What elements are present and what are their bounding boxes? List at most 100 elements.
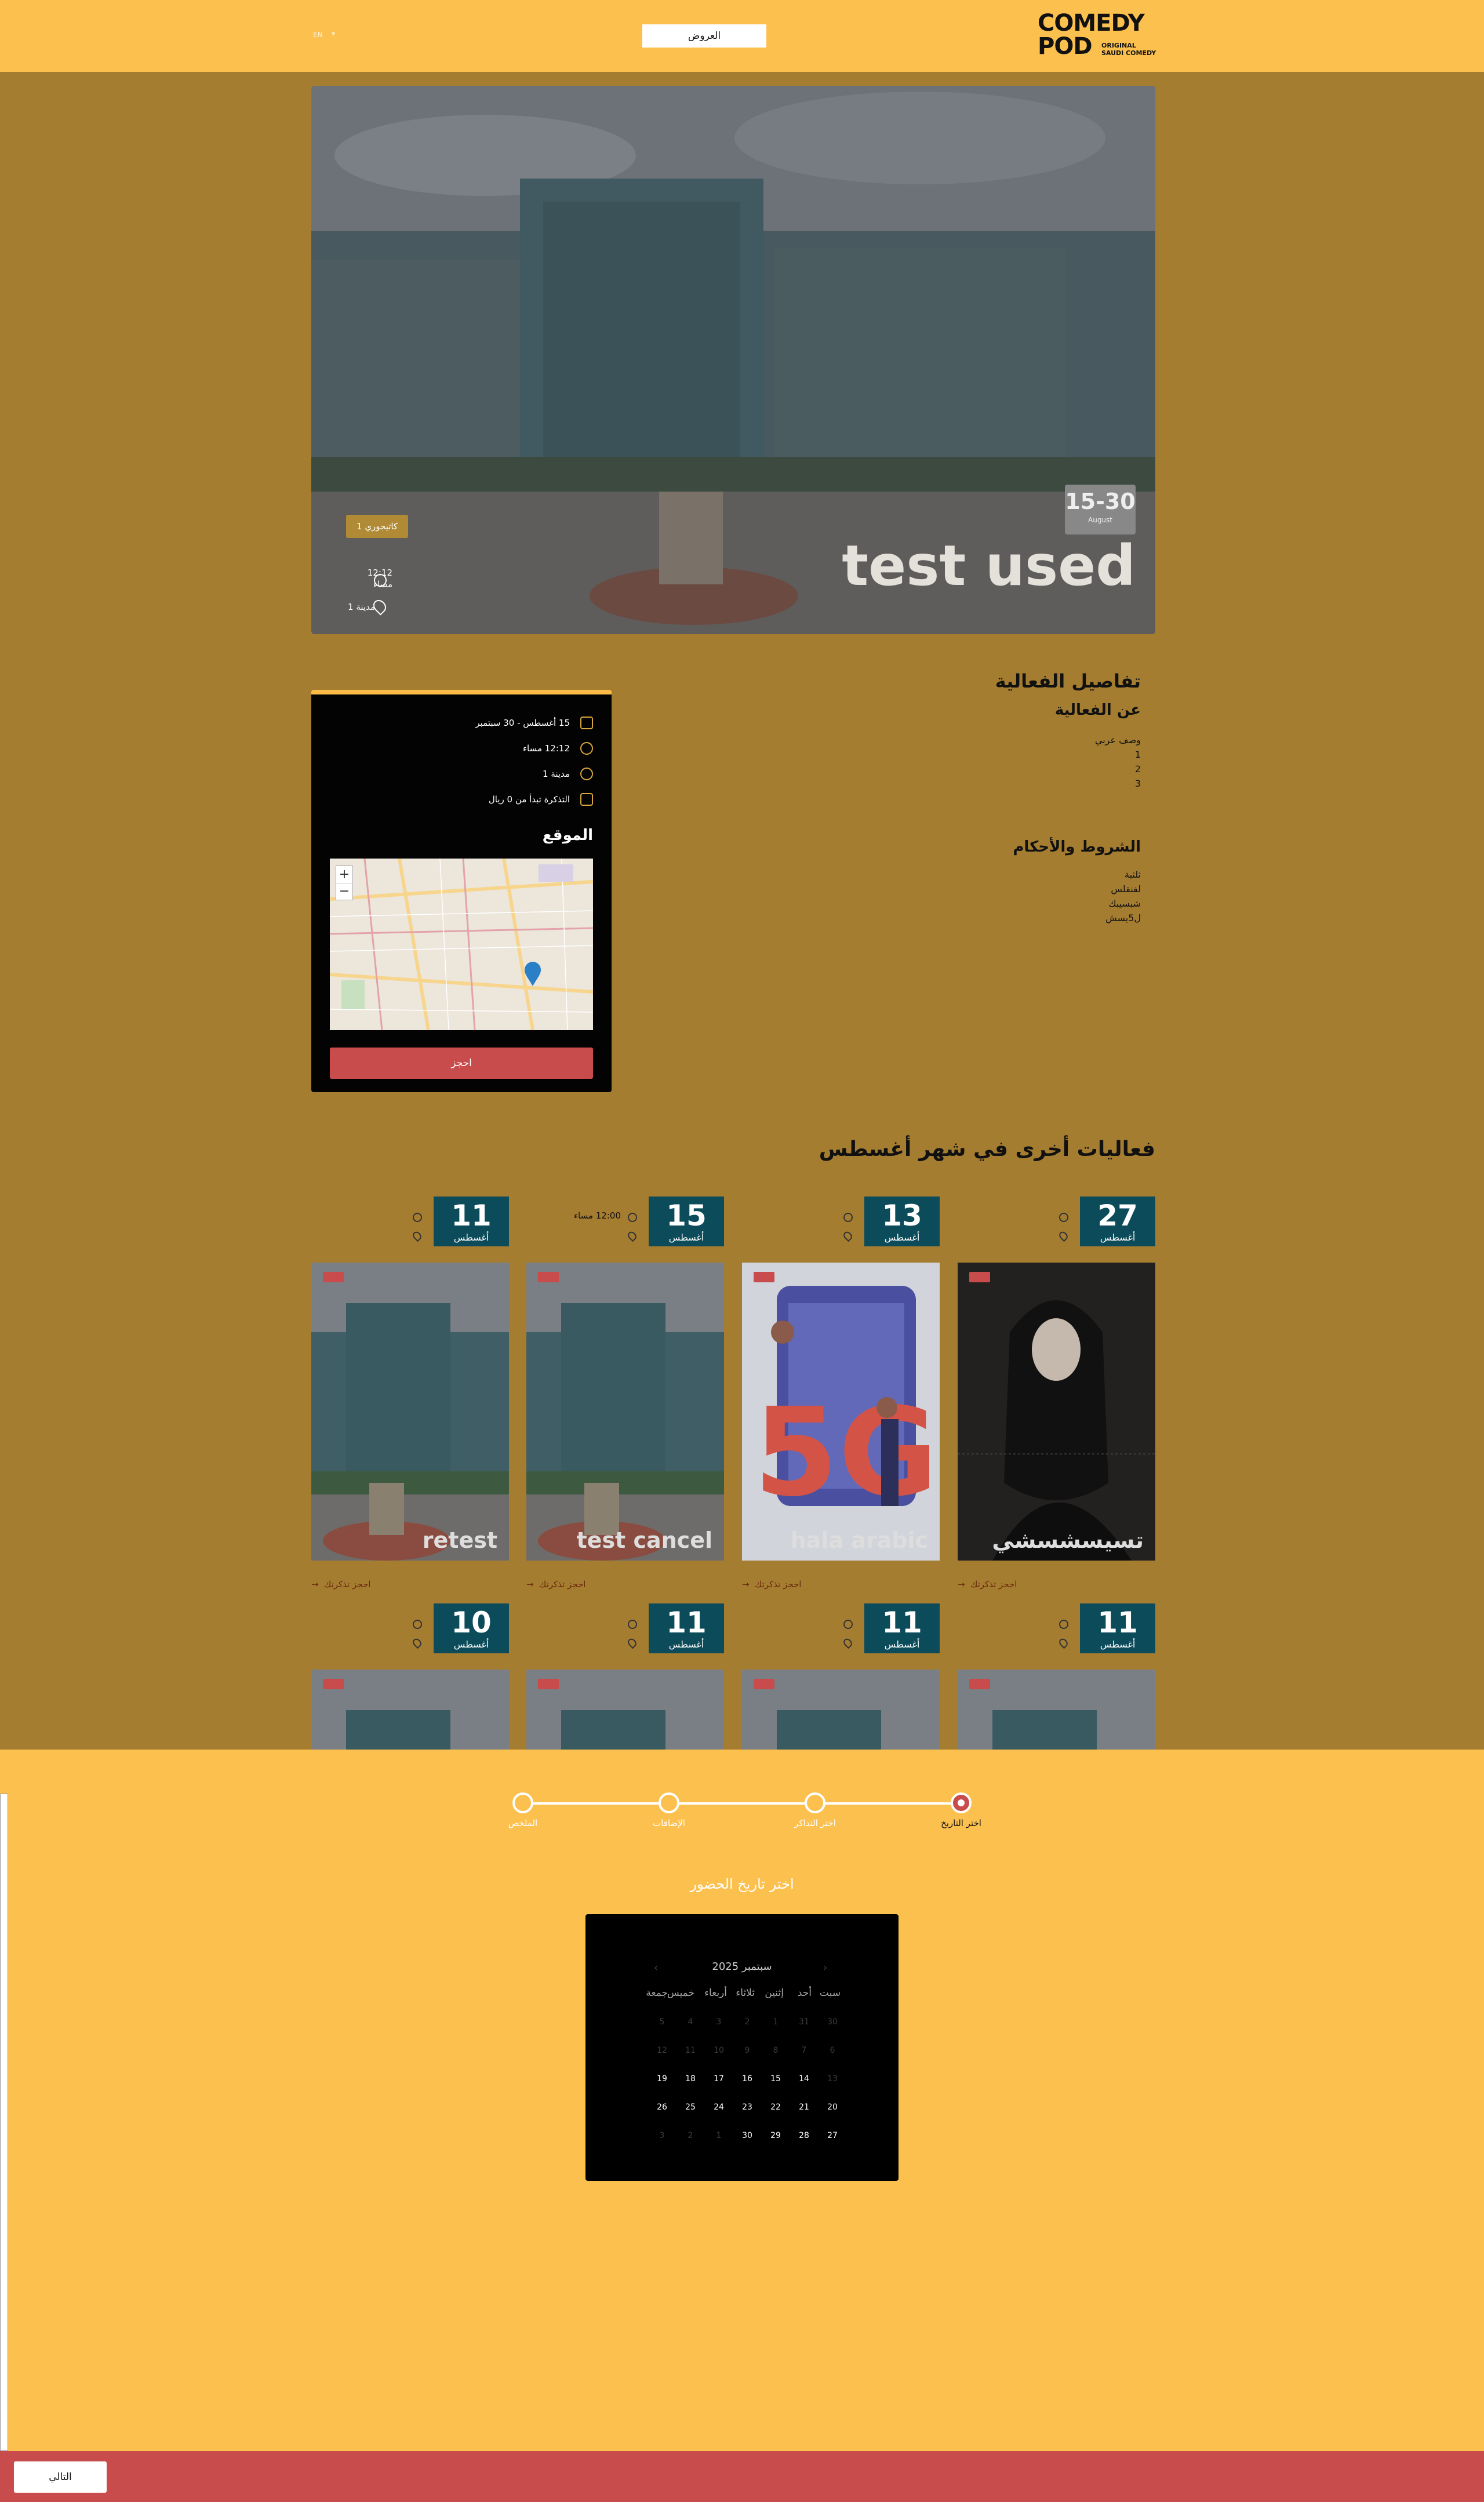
map-zoom-out-button[interactable]: − bbox=[336, 883, 352, 900]
calendar-weekdays: سبت أحد إثنين ثلاثاء أربعاء خميس جمعة bbox=[643, 1987, 841, 2005]
event-date-badge: 11 أغسطس bbox=[864, 1603, 940, 1653]
event-location-map[interactable]: + − bbox=[330, 859, 593, 1030]
card-time: 12:12 مساء bbox=[522, 743, 570, 754]
step-label-date[interactable]: اختر التاريخ bbox=[941, 1818, 981, 1828]
booking-panel: اختر التاريخ اختر التذاكر الإضافات الملخ… bbox=[0, 1750, 1484, 2502]
event-image[interactable]: retest bbox=[311, 1263, 509, 1561]
event-hero: 15-30 August test used كاتيجوري 1 12:12 … bbox=[311, 86, 1155, 634]
step-label-addons[interactable]: الإضافات bbox=[653, 1818, 685, 1828]
step-dot-tickets[interactable] bbox=[805, 1792, 825, 1813]
event-month: أغسطس bbox=[668, 1639, 704, 1650]
terms-line: ثلثبة bbox=[1125, 869, 1141, 880]
event-image[interactable] bbox=[958, 1670, 1155, 1750]
comedy-pod-logo[interactable]: COMEDY POD ORIGINAL SAUDI COMEDY bbox=[1038, 12, 1156, 60]
book-ticket-link[interactable]: احجز تذكرتك bbox=[755, 1579, 801, 1590]
event-image[interactable] bbox=[742, 1670, 940, 1750]
calendar-day[interactable]: 18 bbox=[676, 2065, 704, 2093]
calendar-day[interactable]: 21 bbox=[790, 2093, 818, 2121]
stepper-track bbox=[524, 1802, 960, 1805]
step-dot-addons[interactable] bbox=[659, 1792, 679, 1813]
event-month: أغسطس bbox=[1100, 1639, 1136, 1650]
language-switch[interactable]: EN bbox=[313, 31, 323, 39]
card-price: التذكرة تبدأ من 0 ريال bbox=[488, 794, 570, 805]
calendar-day[interactable]: 22 bbox=[762, 2093, 790, 2121]
event-image[interactable]: 5G hala arabic bbox=[742, 1263, 940, 1561]
location-pin-icon bbox=[626, 1637, 638, 1649]
hero-date-badge: 15-30 August bbox=[1065, 485, 1136, 534]
event-image[interactable]: test cancel bbox=[526, 1263, 724, 1561]
event-time: 12:00 مساء bbox=[573, 1210, 621, 1221]
calendar-day: 5 bbox=[659, 2017, 665, 2027]
calendar-day[interactable]: 28 bbox=[790, 2122, 818, 2150]
calendar-day[interactable]: 19 bbox=[648, 2065, 676, 2093]
arrow-icon: → bbox=[958, 1579, 965, 1590]
event-day: 10 bbox=[451, 1606, 492, 1639]
calendar-day[interactable]: 27 bbox=[819, 2122, 846, 2150]
event-name: test cancel bbox=[576, 1528, 713, 1553]
hero-city: مدينة 1 bbox=[348, 602, 375, 612]
calendar-icon bbox=[580, 717, 593, 729]
clock-icon bbox=[374, 574, 387, 587]
weekday-label: جمعة bbox=[646, 1987, 668, 1999]
event-image[interactable] bbox=[311, 1670, 509, 1750]
step-label-summary[interactable]: الملخص bbox=[508, 1818, 537, 1828]
event-tag bbox=[754, 1272, 774, 1282]
site-header: COMEDY POD ORIGINAL SAUDI COMEDY العروض … bbox=[0, 0, 1484, 72]
step-dot-date[interactable] bbox=[951, 1792, 972, 1813]
calendar-month-label: سبتمبر 2025 bbox=[712, 1961, 772, 1973]
event-date-badge: 27 أغسطس bbox=[1080, 1197, 1155, 1246]
language-caret-icon[interactable]: ▾ bbox=[332, 30, 335, 38]
clock-icon bbox=[843, 1620, 853, 1629]
calendar-day[interactable]: 29 bbox=[762, 2122, 790, 2150]
calendar-day[interactable]: 15 bbox=[762, 2065, 790, 2093]
calendar-day: 2 bbox=[688, 2131, 693, 2140]
next-button[interactable]: التالي bbox=[14, 2461, 107, 2493]
calendar-day[interactable]: 14 bbox=[790, 2065, 818, 2093]
book-ticket-link[interactable]: احجز تذكرتك bbox=[970, 1579, 1017, 1590]
calendar-day[interactable]: 25 bbox=[676, 2093, 704, 2121]
event-illustration-5g: 5G bbox=[742, 1263, 940, 1561]
calendar-day[interactable]: 26 bbox=[648, 2093, 676, 2121]
step-dot-summary[interactable] bbox=[512, 1792, 533, 1813]
step-label-tickets[interactable]: اختر التذاكر bbox=[794, 1818, 836, 1828]
calendar-day[interactable]: 23 bbox=[733, 2093, 761, 2121]
book-ticket-link[interactable]: احجز تذكرتك bbox=[539, 1579, 585, 1590]
terms-line: شبسيبك bbox=[1108, 898, 1141, 909]
event-day: 11 bbox=[451, 1199, 492, 1232]
event-tag bbox=[969, 1679, 990, 1689]
event-month: أغسطس bbox=[668, 1232, 704, 1243]
event-image[interactable] bbox=[526, 1670, 724, 1750]
arrow-icon: → bbox=[526, 1579, 534, 1590]
calendar-day[interactable]: 17 bbox=[705, 2065, 733, 2093]
calendar-day: 11 bbox=[685, 2046, 696, 2055]
card-city: مدينة 1 bbox=[543, 769, 570, 779]
calendar-day: 8 bbox=[773, 2046, 779, 2055]
event-date-badge: 11 أغسطس bbox=[434, 1197, 509, 1246]
book-button[interactable]: احجز bbox=[330, 1048, 593, 1079]
clock-icon bbox=[413, 1620, 422, 1629]
event-tag bbox=[538, 1679, 559, 1689]
map-zoom-in-button[interactable]: + bbox=[336, 866, 352, 883]
weekday-label: أربعاء bbox=[704, 1987, 727, 1999]
event-day: 13 bbox=[882, 1199, 922, 1232]
panel-scrollbar[interactable] bbox=[0, 1794, 8, 2451]
calendar-next-icon[interactable]: › bbox=[823, 1962, 827, 1974]
calendar-day[interactable]: 16 bbox=[733, 2065, 761, 2093]
map-zoom-controls[interactable]: + − bbox=[336, 865, 353, 900]
calendar-day: 10 bbox=[714, 2046, 724, 2055]
event-image[interactable]: تسيسشسشي bbox=[958, 1263, 1155, 1561]
calendar-day[interactable]: 24 bbox=[705, 2093, 733, 2121]
other-events-title: فعاليات أخرى في شهر أغسطس bbox=[819, 1137, 1155, 1161]
map-tiles[interactable] bbox=[330, 859, 593, 1030]
clock-icon bbox=[628, 1620, 637, 1629]
event-month: أغسطس bbox=[453, 1639, 489, 1650]
about-line: 2 bbox=[1134, 763, 1141, 774]
card-city-row: مدينة 1 bbox=[543, 765, 593, 783]
shows-nav-button[interactable]: العروض bbox=[642, 24, 766, 48]
calendar-day[interactable]: 20 bbox=[819, 2093, 846, 2121]
calendar-day[interactable]: 30 bbox=[733, 2122, 761, 2150]
terms-text: ثلثبة لفنقلس شبسيبك ل5يسش bbox=[1105, 867, 1141, 925]
book-ticket-link[interactable]: احجز تذكرتك bbox=[324, 1579, 370, 1590]
weekday-label: سبت bbox=[819, 1987, 841, 1999]
clock-icon bbox=[1059, 1620, 1068, 1629]
